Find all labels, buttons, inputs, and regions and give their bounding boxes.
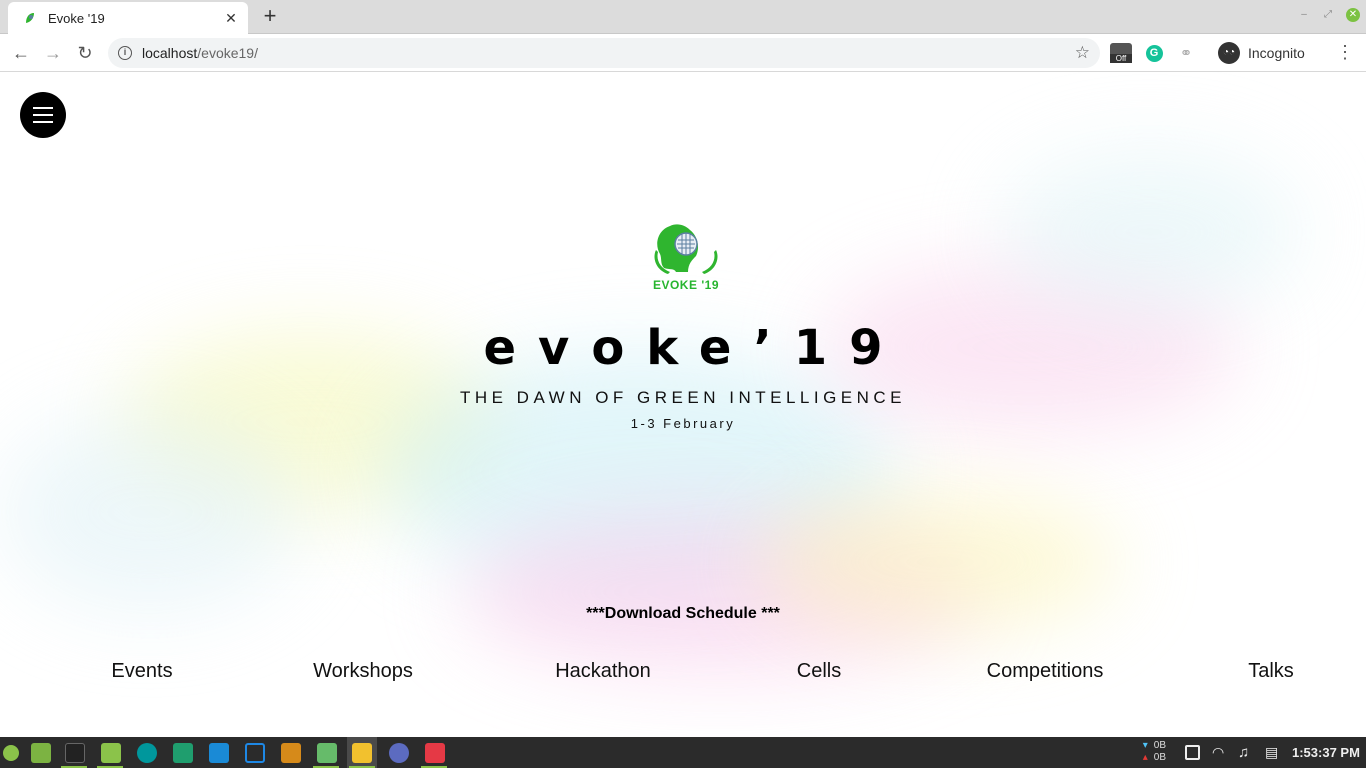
wifi-icon[interactable]: ◠ (1212, 737, 1224, 768)
chrome-icon[interactable] (352, 743, 372, 763)
terminal-icon[interactable] (65, 743, 85, 763)
browser-toolbar: ← → ↻ i localhost/evoke19/ ☆ Off G ⚭ ◔◔ … (0, 34, 1366, 72)
net-up-value: 0B (1153, 740, 1166, 751)
sound-icon[interactable]: ♫ (1238, 737, 1249, 768)
site-info-icon[interactable]: i (118, 46, 132, 60)
system-clock[interactable]: 1:53:37 PM (1292, 737, 1360, 768)
nav-link-competitions[interactable]: Competitions (987, 660, 1104, 683)
nav-link-events[interactable]: Events (111, 660, 172, 683)
incognito-label: Incognito (1248, 45, 1305, 61)
os-taskbar: ▾ 0B ▴ 0B ◠ ♫ ▤ 1:53:37 PM (0, 737, 1366, 768)
incognito-icon: ◔◔ (1218, 42, 1240, 64)
browser-tab-strip: Evoke '19 ✕ + – ⤢ ✕ (0, 0, 1366, 34)
grammarly-label: G (1145, 44, 1163, 62)
section-nav: Events Workshops Hackathon Cells Competi… (0, 660, 1366, 688)
url-path: /evoke19/ (197, 45, 258, 61)
url-host: localhost (142, 45, 198, 61)
extension-off-label: Off (1110, 54, 1132, 63)
arduino-icon[interactable] (137, 743, 157, 763)
window-close-icon[interactable]: ✕ (1346, 8, 1360, 22)
vscode-icon[interactable] (245, 743, 265, 763)
files-icon[interactable] (101, 743, 121, 763)
page-content: EVOKE '19 evoke’19 THE DAWN OF GREEN INT… (0, 72, 1366, 737)
bookmark-star-icon[interactable]: ☆ (1075, 43, 1090, 63)
tab-title: Evoke '19 (48, 10, 105, 26)
hamburger-menu-button[interactable] (20, 92, 66, 138)
new-tab-icon[interactable]: + (258, 5, 282, 28)
evoke-favicon-icon (22, 10, 38, 26)
screenshot-icon[interactable] (1185, 745, 1200, 760)
minimize-icon[interactable]: – (1298, 9, 1310, 21)
incognito-badge[interactable]: ◔◔ Incognito (1218, 39, 1305, 67)
page-subtitle: THE DAWN OF GREEN INTELLIGENCE (459, 388, 907, 407)
background-wash (0, 412, 300, 612)
event-date: 1-3 February (630, 416, 736, 431)
maximize-icon[interactable]: ⤢ (1322, 9, 1334, 21)
net-down-value: 0B (1153, 752, 1166, 763)
teams-icon[interactable] (389, 743, 409, 763)
nav-link-workshops[interactable]: Workshops (313, 660, 413, 683)
nav-link-cells[interactable]: Cells (797, 660, 841, 683)
start-menu-icon[interactable] (3, 745, 19, 761)
nav-link-hackathon[interactable]: Hackathon (555, 660, 651, 683)
page-title: evoke’19 (483, 320, 905, 376)
clion-icon[interactable] (173, 743, 193, 763)
show-desktop-icon[interactable] (31, 743, 51, 763)
calculator-icon[interactable] (317, 743, 337, 763)
network-speed: ▾ 0B ▴ 0B (1142, 740, 1166, 763)
extension-off-icon[interactable]: Off (1110, 42, 1132, 64)
close-tab-icon[interactable]: ✕ (222, 9, 240, 27)
grammarly-icon[interactable]: G (1143, 42, 1165, 64)
download-schedule-link[interactable]: ***Download Schedule *** (0, 605, 1366, 623)
browser-menu-icon[interactable]: ⋮ (1336, 42, 1354, 62)
forward-icon[interactable]: → (40, 41, 66, 65)
back-icon[interactable]: ← (8, 41, 34, 65)
logo-text: EVOKE '19 (652, 278, 720, 292)
sublime-text-icon[interactable] (281, 743, 301, 763)
nav-link-talks[interactable]: Talks (1248, 660, 1294, 683)
clipboard-icon[interactable]: ▤ (1265, 737, 1278, 768)
app-launcher-icon[interactable] (425, 743, 445, 763)
webstorm-icon[interactable] (209, 743, 229, 763)
window-controls: – ⤢ ✕ (1298, 8, 1360, 22)
link-extension-icon[interactable]: ⚭ (1175, 42, 1197, 64)
address-bar[interactable]: i localhost/evoke19/ ☆ (108, 38, 1100, 68)
browser-tab[interactable]: Evoke '19 ✕ (8, 2, 248, 34)
reload-icon[interactable]: ↻ (72, 41, 98, 65)
evoke-logo: EVOKE '19 (648, 220, 724, 292)
background-wash (1000, 152, 1300, 312)
